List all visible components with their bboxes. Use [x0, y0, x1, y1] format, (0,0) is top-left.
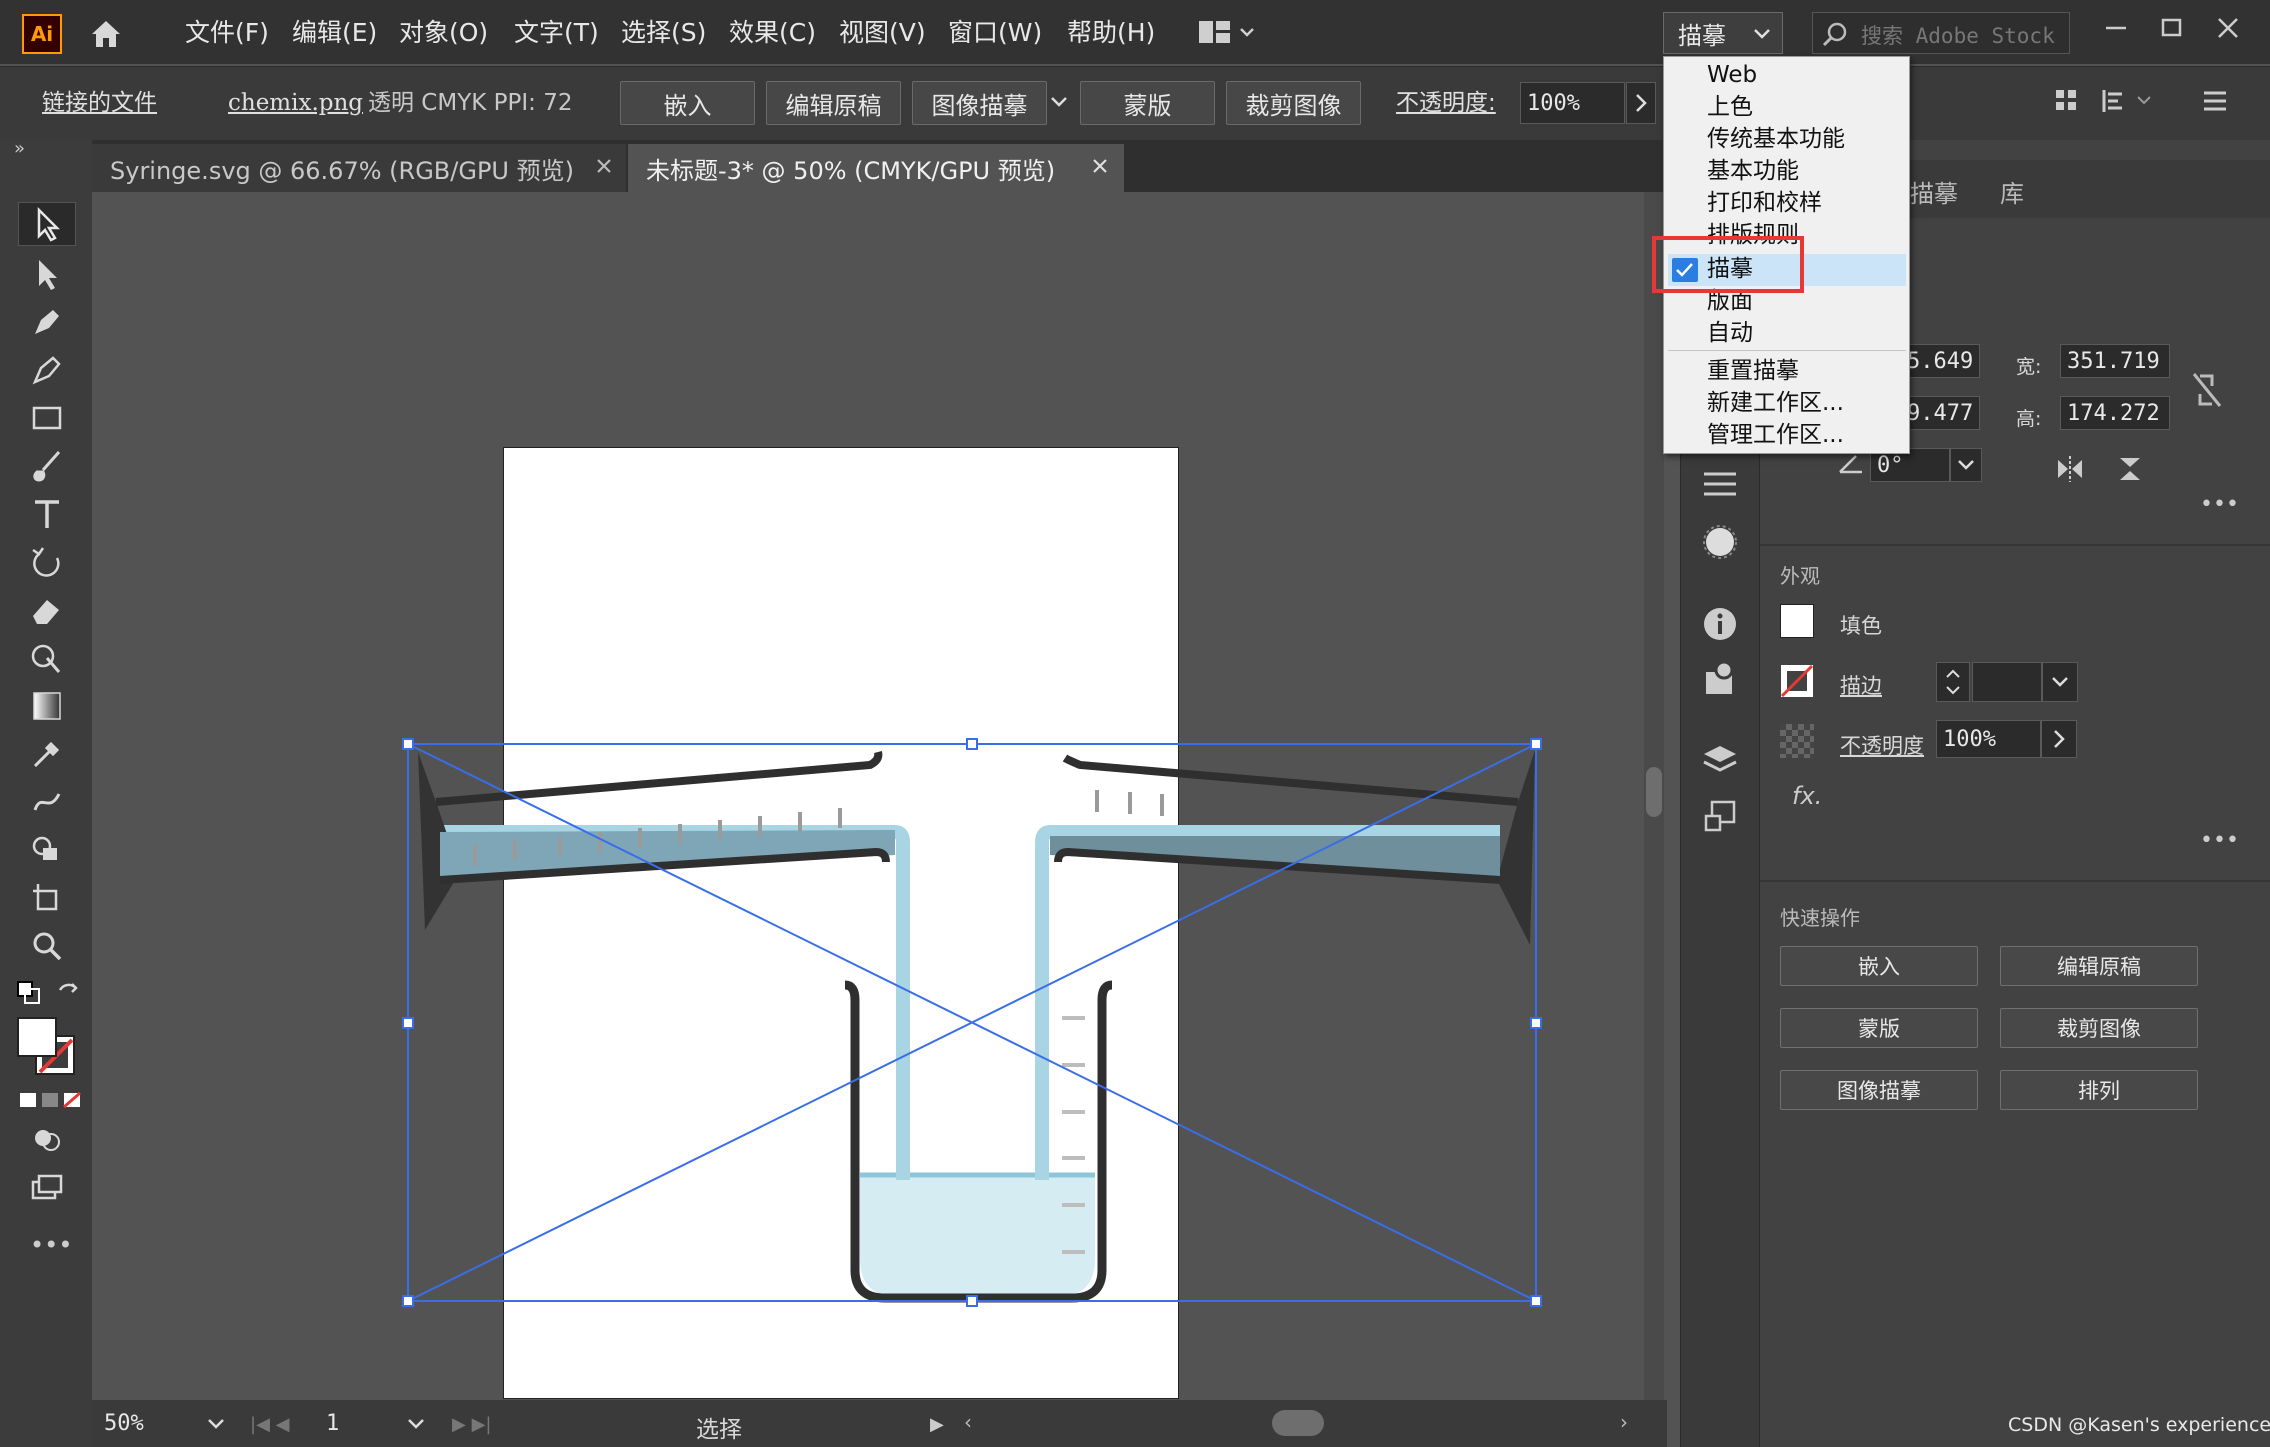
- panel-menu-icon[interactable]: [2200, 86, 2230, 116]
- watermark: CSDN @Kasen's experience: [2008, 1414, 2270, 1436]
- rotate-angle-icon: [1836, 452, 1866, 476]
- artboard-dropdown-icon[interactable]: [404, 1414, 428, 1434]
- section-divider: [1760, 544, 2270, 546]
- search-icon: [1822, 22, 1847, 47]
- workspace-item-coloring[interactable]: 上色: [1707, 92, 1753, 122]
- manage-workspaces-item[interactable]: 管理工作区...: [1707, 420, 1844, 450]
- maximize-button[interactable]: [2154, 10, 2190, 46]
- quick-arrange-button[interactable]: 排列: [2000, 1070, 2198, 1110]
- quick-mask-button[interactable]: 蒙版: [1780, 1008, 1978, 1048]
- layers-panel-icon[interactable]: [1700, 740, 1740, 780]
- minimize-button[interactable]: [2098, 10, 2134, 46]
- last-artboard-icon[interactable]: ▶ ▶|: [452, 1414, 512, 1435]
- chevron-down-icon: [1754, 29, 1770, 39]
- width-field[interactable]: 351.719: [2060, 344, 2170, 378]
- zoom-dropdown-icon[interactable]: [204, 1414, 228, 1434]
- first-artboard-icon[interactable]: |◀ ◀: [250, 1414, 310, 1435]
- search-input[interactable]: 搜索 Adobe Stock: [1861, 20, 2055, 50]
- workspace-switcher[interactable]: 描摹: [1663, 12, 1783, 54]
- opacity-swatch-icon: [1780, 724, 1814, 758]
- stroke-panel-icon[interactable]: [1700, 466, 1740, 502]
- quick-image-trace-button[interactable]: 图像描摹: [1780, 1070, 1978, 1110]
- info-panel-icon[interactable]: [1700, 604, 1740, 644]
- quick-crop-image-button[interactable]: 裁剪图像: [2000, 1008, 2198, 1048]
- x-field[interactable]: 5.649: [1900, 344, 1980, 378]
- fx-effects-button[interactable]: fx.: [1792, 782, 1822, 810]
- gradient-panel-icon[interactable]: [1700, 522, 1740, 562]
- y-field[interactable]: 9.477: [1900, 396, 1980, 430]
- section-divider: [1760, 880, 2270, 882]
- zoom-field[interactable]: 50%: [98, 1406, 198, 1440]
- close-window-button[interactable]: [2210, 10, 2246, 46]
- appearance-opacity-arrow-icon[interactable]: [2041, 720, 2077, 758]
- workspace-item-printing-proofing[interactable]: 打印和校样: [1707, 188, 1822, 218]
- flip-vertical-icon[interactable]: [2114, 454, 2146, 484]
- constrain-proportions-icon[interactable]: [2190, 370, 2224, 410]
- new-workspace-item[interactable]: 新建工作区...: [1707, 388, 1844, 418]
- artboards-panel-icon[interactable]: [1700, 796, 1740, 836]
- highlight-box: [1652, 236, 1804, 293]
- placed-image-beaker[interactable]: [0, 0, 1660, 1400]
- horizontal-scrollbar[interactable]: ‹ ›: [960, 1406, 1640, 1440]
- status-menu-icon[interactable]: ▶: [930, 1414, 950, 1435]
- quick-embed-button[interactable]: 嵌入: [1780, 946, 1978, 986]
- stroke-label[interactable]: 描边: [1840, 670, 1882, 700]
- h-scroll-thumb[interactable]: [1272, 1410, 1324, 1436]
- more-options-icon[interactable]: •••: [2200, 830, 2239, 852]
- stroke-swatch[interactable]: [1780, 664, 1814, 698]
- quick-actions-title: 快速操作: [1780, 906, 1860, 930]
- workspace-item-automation[interactable]: 自动: [1707, 318, 1753, 348]
- workspace-item-web[interactable]: Web: [1707, 60, 1757, 90]
- angle-dropdown-icon[interactable]: [1950, 448, 1982, 482]
- tab-libraries[interactable]: 库: [2000, 174, 2024, 209]
- quick-edit-original-button[interactable]: 编辑原稿: [2000, 946, 2198, 986]
- stock-search[interactable]: 搜索 Adobe Stock: [1812, 12, 2070, 54]
- align-icon[interactable]: [2052, 86, 2082, 116]
- current-tool-status: 选择: [696, 1417, 742, 1443]
- fill-label: 填色: [1840, 614, 1882, 638]
- stroke-weight-dropdown-icon[interactable]: [2042, 662, 2078, 702]
- vertical-scrollbar[interactable]: [1644, 192, 1664, 1400]
- workspace-item-essentials[interactable]: 基本功能: [1707, 156, 1799, 186]
- appearance-opacity-field[interactable]: 100%: [1936, 720, 2041, 758]
- stroke-weight-stepper[interactable]: [1936, 662, 1970, 702]
- workspace-item-essentials-classic[interactable]: 传统基本功能: [1707, 124, 1845, 154]
- flip-horizontal-icon[interactable]: [2054, 454, 2086, 484]
- artboard-number-field[interactable]: 1: [320, 1406, 400, 1440]
- scroll-thumb[interactable]: [1646, 767, 1662, 817]
- workspace-current: 描摹: [1678, 22, 1726, 50]
- width-label: 宽:: [2016, 356, 2042, 378]
- height-field[interactable]: 174.272: [2060, 396, 2170, 430]
- appearance-title: 外观: [1780, 564, 1820, 588]
- height-label: 高:: [2016, 408, 2042, 430]
- reset-workspace-item[interactable]: 重置描摹: [1707, 356, 1799, 386]
- tab-trace[interactable]: 描摹: [1910, 174, 1958, 209]
- fill-swatch[interactable]: [1780, 604, 1814, 638]
- links-panel-icon[interactable]: [1700, 658, 1740, 698]
- transform-options-icon[interactable]: [2100, 86, 2160, 116]
- appearance-opacity-label[interactable]: 不透明度: [1840, 730, 1924, 760]
- more-options-icon[interactable]: •••: [2200, 494, 2239, 516]
- menu-separator: [1668, 350, 1906, 351]
- stroke-weight-field[interactable]: [1972, 662, 2042, 702]
